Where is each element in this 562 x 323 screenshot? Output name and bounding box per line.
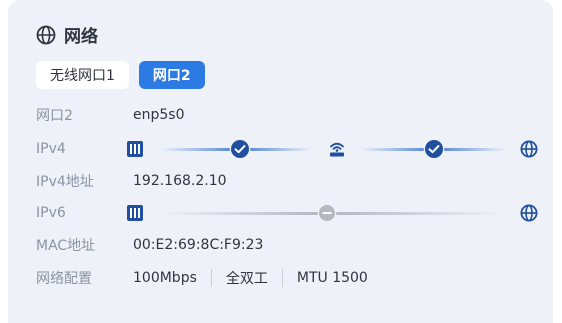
- globe-icon: [520, 140, 538, 162]
- port-tabs: 无线网口1 网口2: [36, 61, 205, 89]
- tab-wireless-port-1[interactable]: 无线网口1: [36, 61, 129, 89]
- ipv4-link-1-right: [250, 148, 312, 151]
- divider: [281, 269, 283, 287]
- link-speed: 100Mbps: [133, 270, 197, 286]
- card-header: 网络: [36, 22, 98, 47]
- port-label: 网口2: [36, 108, 73, 124]
- globe-icon: [520, 204, 538, 226]
- ipv6-link-right: [336, 212, 504, 215]
- mac-row: MAC地址 00:E2:69:8C:F9:23: [36, 234, 263, 256]
- ipv6-row: IPv6: [36, 202, 133, 224]
- ipv4-row: IPv4: [36, 138, 133, 160]
- tab-port-2[interactable]: 网口2: [138, 61, 205, 89]
- ipv4-link-2-right: [444, 148, 506, 151]
- mtu-value: MTU 1500: [296, 270, 368, 286]
- ipv6-link-left: [160, 212, 318, 215]
- mac-label: MAC地址: [36, 238, 96, 254]
- router-icon: [328, 140, 346, 162]
- ipv4-link-2-left: [360, 148, 424, 151]
- network-config-row: 网络配置 100Mbps 全双工 MTU 1500: [36, 267, 368, 289]
- ipv4-address-row: IPv4地址 192.168.2.10: [36, 170, 227, 192]
- check-circle-icon: [424, 139, 444, 163]
- ipv4-link-1-left: [160, 148, 230, 151]
- mac-value: 00:E2:69:8C:F9:23: [133, 237, 264, 253]
- ethernet-port-icon: [126, 140, 144, 162]
- network-card: 网络 无线网口1 网口2 网口2 enp5s0 IPv4 IPv4地址 192.…: [8, 0, 553, 323]
- check-circle-icon: [230, 139, 250, 163]
- globe-icon: [36, 25, 56, 45]
- ipv4-address-label: IPv4地址: [36, 174, 94, 190]
- ethernet-port-icon: [126, 204, 144, 226]
- port-value: enp5s0: [133, 107, 185, 123]
- network-config-values: 100Mbps 全双工 MTU 1500: [133, 268, 368, 288]
- card-title: 网络: [64, 27, 98, 47]
- minus-circle-icon: [318, 204, 336, 226]
- ipv6-label: IPv6: [36, 205, 66, 221]
- divider: [210, 269, 212, 287]
- ipv4-status-path: [126, 138, 538, 160]
- port-row: 网口2 enp5s0: [36, 104, 184, 126]
- ipv6-status-path: [126, 202, 538, 224]
- network-config-label: 网络配置: [36, 271, 92, 287]
- duplex-mode: 全双工: [225, 271, 268, 287]
- ipv4-label: IPv4: [36, 141, 66, 157]
- ipv4-address-value: 192.168.2.10: [133, 173, 227, 189]
